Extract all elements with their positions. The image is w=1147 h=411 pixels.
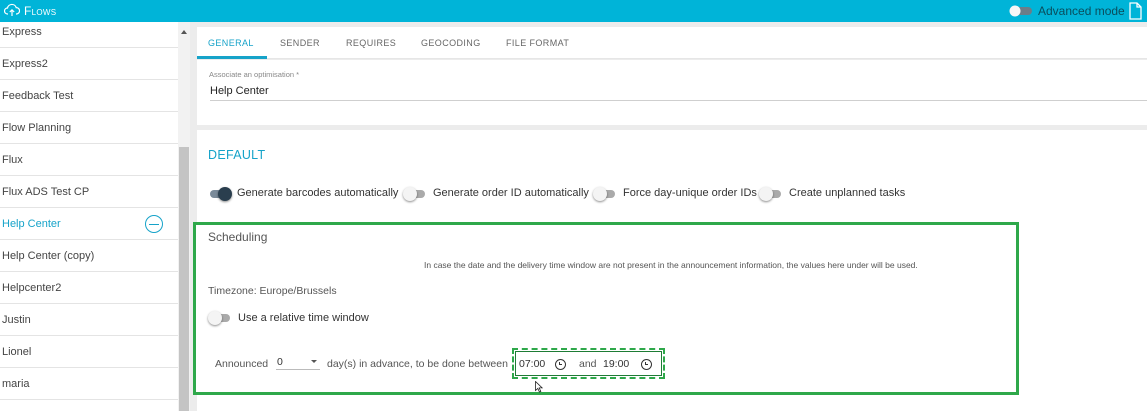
- advanced-mode-label: Advanced mode: [1038, 4, 1125, 18]
- sidebar-item-label: maria: [2, 377, 30, 390]
- optimisation-label: Associate an optimisation *: [209, 70, 300, 79]
- generate-barcodes-label: Generate barcodes automatically: [237, 187, 399, 199]
- sidebar-item-express[interactable]: Express: [0, 22, 178, 48]
- scheduling-note: In case the date and the delivery time w…: [424, 260, 918, 270]
- scroll-up-arrow-icon[interactable]: [181, 30, 187, 34]
- app-header: Flows Advanced mode: [0, 0, 1147, 22]
- sidebar-item-lionel[interactable]: Lionel: [0, 336, 178, 368]
- mouse-cursor-icon: [535, 381, 543, 393]
- tab-general[interactable]: GENERAL: [208, 38, 254, 48]
- timezone-label: Timezone: Europe/Brussels: [208, 285, 337, 297]
- sidebar-item-label: Flux: [2, 153, 23, 166]
- clock-icon[interactable]: [555, 359, 566, 370]
- time-range-separator: and: [579, 358, 597, 370]
- sidebar-item-label: Lionel: [2, 345, 32, 358]
- advance-description: day(s) in advance, to be done between: [327, 358, 508, 370]
- dropdown-arrow-icon: [311, 360, 317, 363]
- advanced-mode-toggle[interactable]: [1008, 5, 1034, 17]
- settings-tabs: GENERAL SENDER REQUIRES GEOCODING FILE F…: [197, 27, 1147, 59]
- days-in-advance-select[interactable]: 0: [276, 352, 320, 370]
- optimisation-card: Associate an optimisation * Help Center: [197, 60, 1147, 125]
- sidebar-item-label: Express: [2, 25, 42, 38]
- sidebar-item-label: Express2: [2, 57, 48, 70]
- sidebar-item-label: Feedback Test: [2, 89, 74, 102]
- generate-order-id-label: Generate order ID automatically: [433, 187, 589, 199]
- default-section-title: DEFAULT: [208, 148, 266, 162]
- optimisation-input-underline: [210, 100, 1147, 101]
- relative-time-window-toggle[interactable]: [208, 311, 232, 325]
- app-title: Flows: [24, 4, 57, 18]
- clock-icon[interactable]: [641, 359, 652, 370]
- sidebar-item-label: Justin: [2, 313, 31, 326]
- sidebar-item-justin[interactable]: Justin: [0, 304, 178, 336]
- active-tab-indicator: [197, 56, 267, 59]
- days-in-advance-value: 0: [277, 356, 283, 368]
- tab-sender[interactable]: SENDER: [280, 38, 320, 48]
- sidebar-item-label: Help Center (copy): [2, 249, 95, 262]
- sidebar-item-label: Help Center: [2, 217, 61, 230]
- force-day-unique-label: Force day-unique order IDs: [623, 187, 757, 199]
- announced-label: Announced: [215, 358, 269, 370]
- sidebar-item-express2[interactable]: Express2: [0, 48, 178, 80]
- sidebar-item-helpcenter2[interactable]: Helpcenter2: [0, 272, 178, 304]
- sidebar-item-label: Flux ADS Test CP: [2, 185, 90, 198]
- create-unplanned-toggle[interactable]: [759, 187, 783, 201]
- sidebar-item-flow-planning[interactable]: Flow Planning: [0, 112, 178, 144]
- force-day-unique-toggle[interactable]: [593, 187, 617, 201]
- scheduling-title: Scheduling: [208, 230, 268, 244]
- sidebar-item-label: Flow Planning: [2, 121, 72, 134]
- sidebar-scrollbar-thumb[interactable]: [179, 147, 189, 411]
- cloud-upload-icon: [4, 3, 20, 16]
- optimisation-input[interactable]: Help Center: [210, 85, 269, 97]
- flows-sidebar: Express Express2 Feedback Test Flow Plan…: [0, 22, 190, 411]
- sidebar-item-feedback-test[interactable]: Feedback Test: [0, 80, 178, 112]
- sidebar-item-help-center[interactable]: Help Center: [0, 208, 178, 240]
- generate-order-id-toggle[interactable]: [403, 187, 427, 201]
- document-icon[interactable]: [1127, 2, 1143, 20]
- remove-circle-icon[interactable]: [145, 215, 163, 233]
- time-window-inputs: 07:00 and 19:00: [512, 348, 665, 379]
- sidebar-item-help-center-copy[interactable]: Help Center (copy): [0, 240, 178, 272]
- generate-barcodes-toggle[interactable]: [208, 187, 232, 201]
- sidebar-item-maria[interactable]: maria: [0, 368, 178, 400]
- tab-geocoding[interactable]: GEOCODING: [421, 38, 481, 48]
- tab-file-format[interactable]: FILE FORMAT: [506, 38, 569, 48]
- sidebar-item-label: Helpcenter2: [2, 281, 62, 294]
- end-time-input[interactable]: 19:00: [603, 358, 629, 370]
- tab-requires[interactable]: REQUIRES: [346, 38, 396, 48]
- sidebar-item-flux[interactable]: Flux: [0, 144, 178, 176]
- start-time-input[interactable]: 07:00: [519, 358, 545, 370]
- scheduling-section: Scheduling In case the date and the deli…: [193, 222, 1019, 395]
- create-unplanned-label: Create unplanned tasks: [789, 187, 906, 199]
- sidebar-item-flux-ads-test-cp[interactable]: Flux ADS Test CP: [0, 176, 178, 208]
- relative-time-window-label: Use a relative time window: [238, 312, 369, 324]
